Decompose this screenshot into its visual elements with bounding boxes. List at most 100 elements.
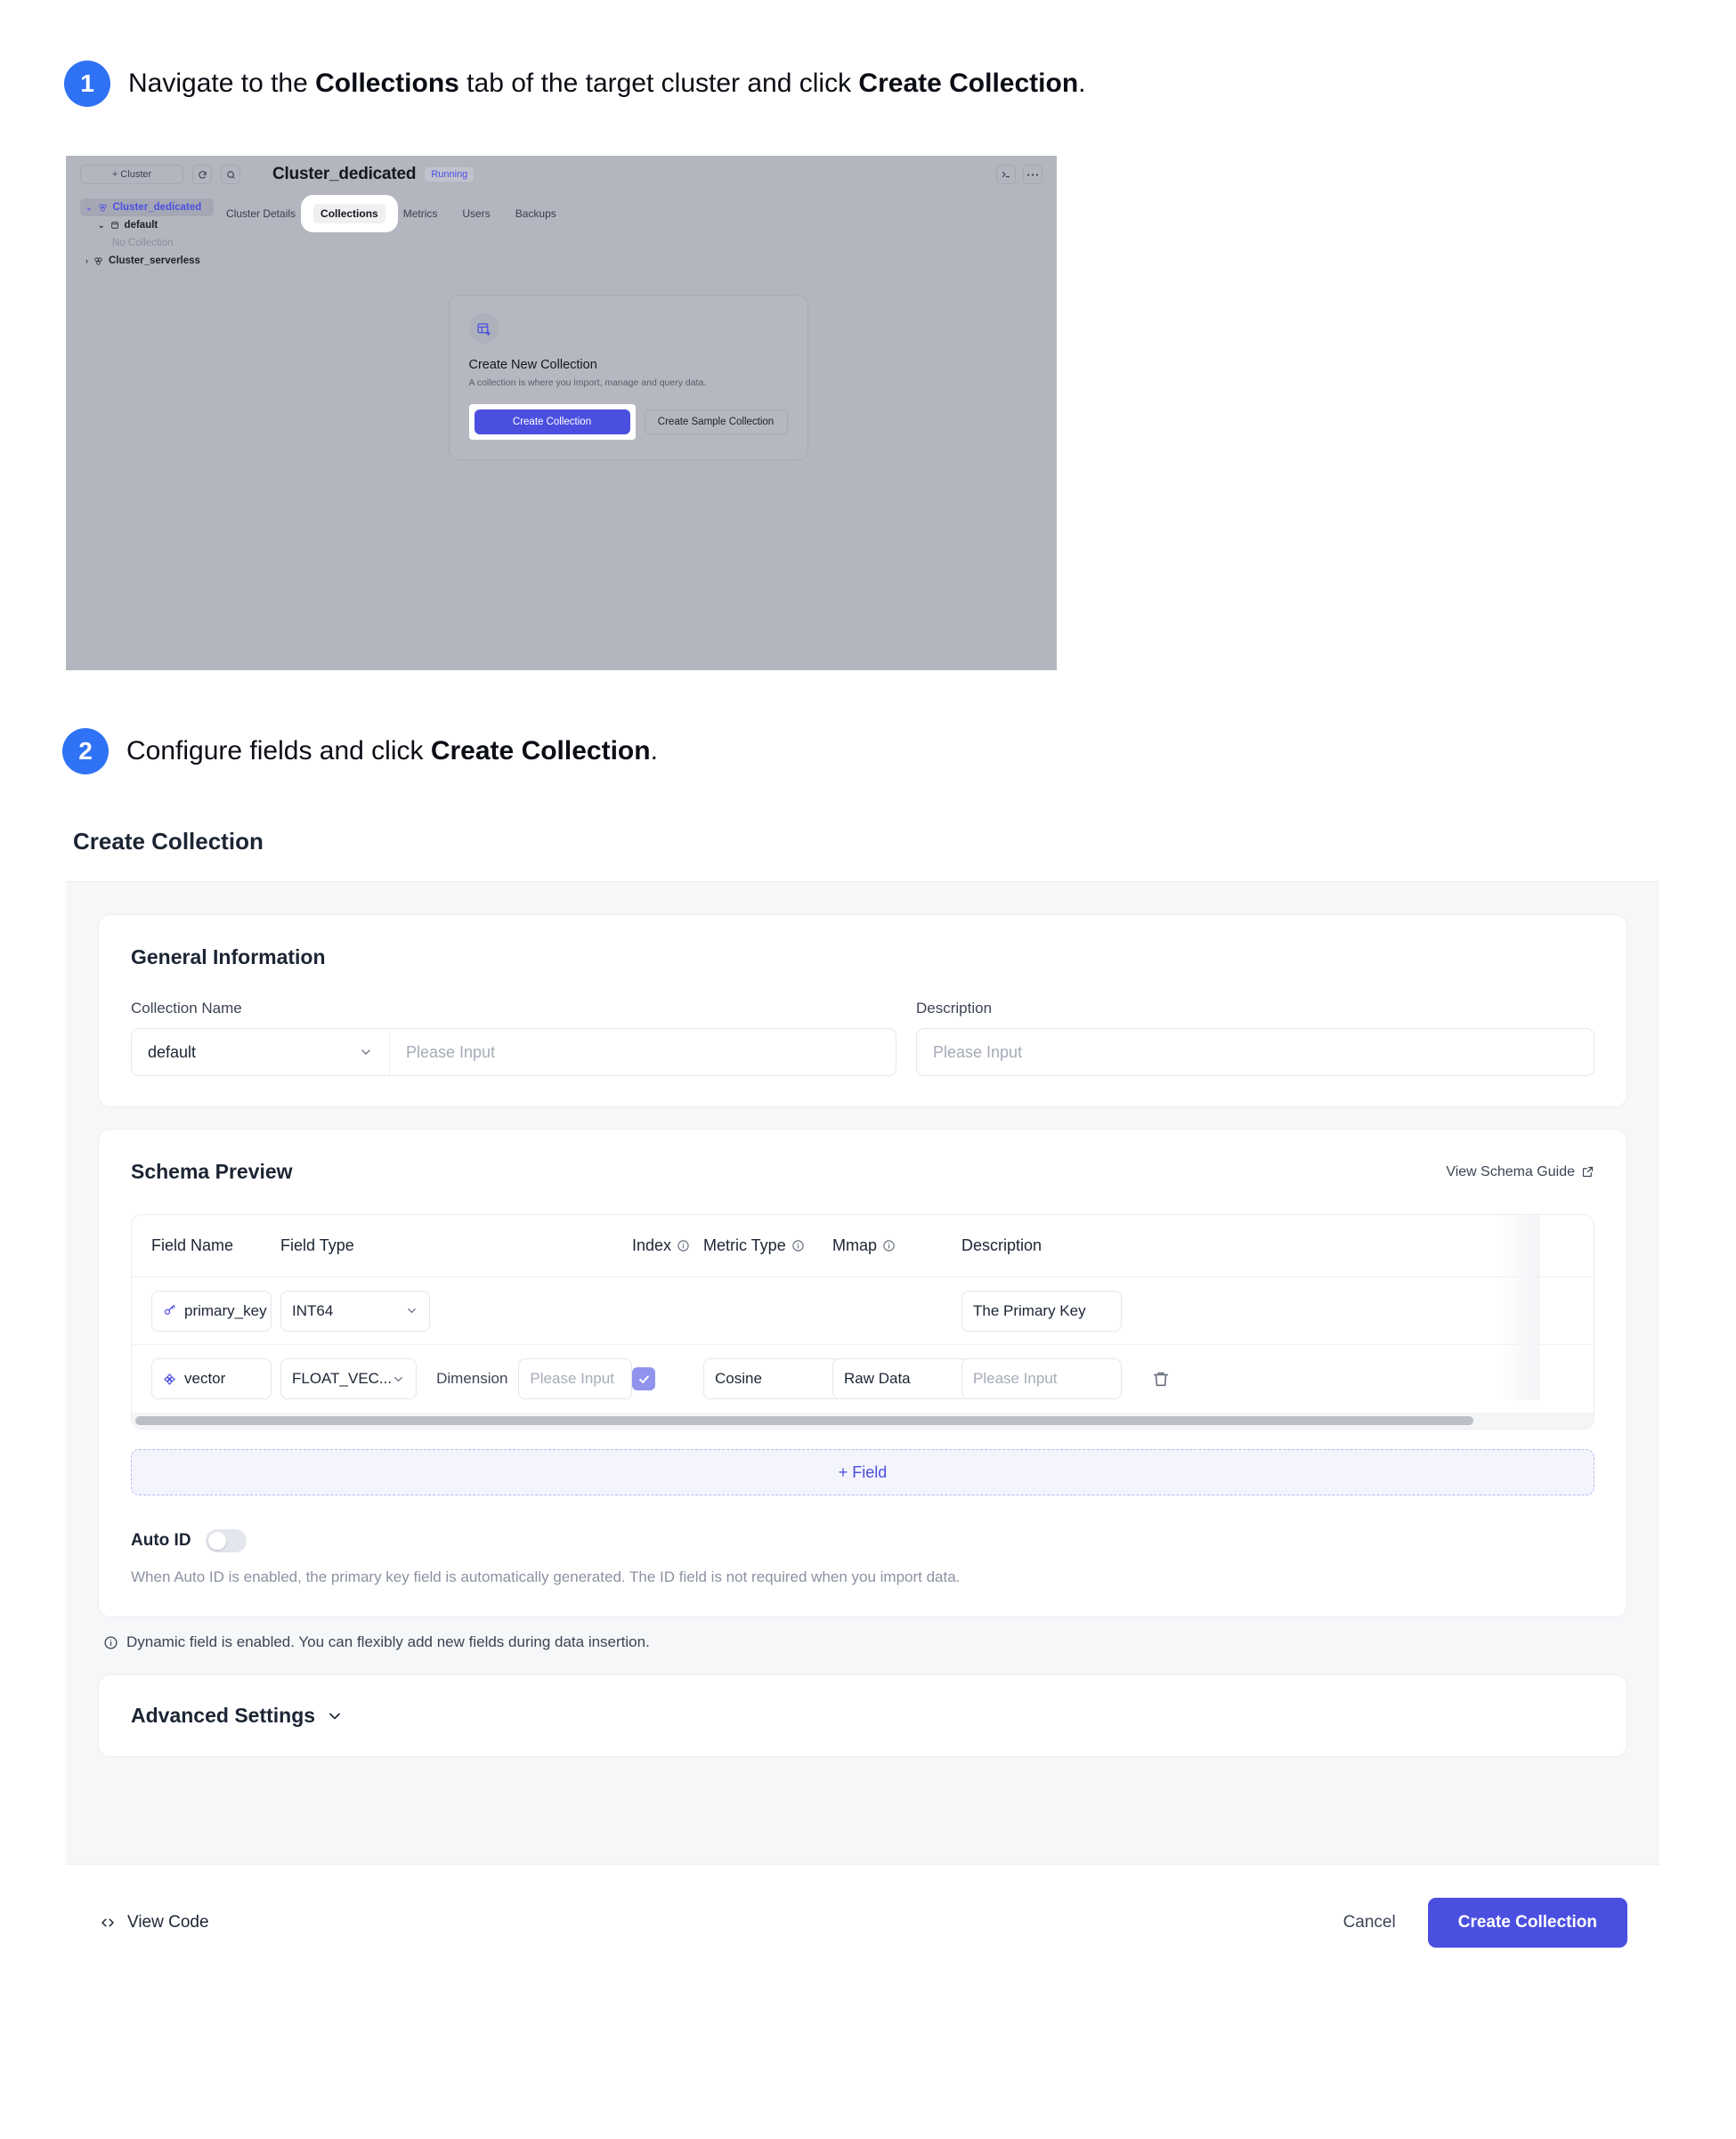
- cluster-header: Cluster_dedicated Running: [272, 165, 475, 184]
- row-field-type-cell: FLOAT_VEC... Dimension Please Input: [280, 1358, 632, 1399]
- trash-icon[interactable]: [1151, 1369, 1171, 1389]
- advanced-settings-section[interactable]: Advanced Settings: [98, 1674, 1627, 1757]
- column-header-mmap: Mmap: [832, 1236, 961, 1255]
- info-icon[interactable]: [882, 1239, 896, 1252]
- field-name-input[interactable]: vector: [151, 1358, 272, 1399]
- description-group: Description Please Input: [916, 1000, 1594, 1076]
- info-icon[interactable]: [677, 1239, 690, 1252]
- column-header-mmap-label: Mmap: [832, 1236, 878, 1254]
- tree-item-cluster-dedicated[interactable]: ⌄ Cluster_dedicated: [80, 199, 214, 216]
- tree-item-label: Cluster_dedicated: [112, 202, 202, 213]
- tab-metrics[interactable]: Metrics: [391, 202, 450, 225]
- column-header-description: Description: [961, 1236, 1042, 1254]
- field-type-select[interactable]: INT64: [280, 1290, 430, 1332]
- step-2-prefix: Configure fields and click: [126, 736, 431, 766]
- dynamic-field-note: Dynamic field is enabled. You can flexib…: [103, 1633, 1627, 1651]
- row-metric-cell: Cosine: [703, 1358, 855, 1399]
- description-input[interactable]: Please Input: [916, 1028, 1594, 1076]
- code-icon: [98, 1915, 118, 1931]
- field-description-input[interactable]: Please Input: [961, 1358, 1122, 1399]
- create-new-collection-actions: Create Collection Create Sample Collecti…: [468, 404, 788, 440]
- general-information-card: General Information Collection Name defa…: [98, 914, 1627, 1107]
- create-sample-collection-button[interactable]: Create Sample Collection: [644, 409, 788, 434]
- dialog-footer: View Code Cancel Create Collection: [66, 1864, 1659, 1980]
- terminal-icon[interactable]: [996, 165, 1016, 184]
- database-icon: [110, 221, 119, 230]
- auto-id-label: Auto ID: [131, 1531, 191, 1550]
- chevron-down-icon: ⌄: [98, 220, 105, 230]
- field-description-input[interactable]: The Primary Key: [961, 1290, 1122, 1332]
- column-header-metric-type-label: Metric Type: [703, 1236, 786, 1254]
- create-collection-highlight: Create Collection: [468, 404, 636, 440]
- tab-users[interactable]: Users: [450, 202, 502, 225]
- row-description-cell: The Primary Key: [961, 1290, 1122, 1332]
- step-2-bold-create-collection: Create Collection: [430, 736, 651, 766]
- view-schema-guide-label: View Schema Guide: [1446, 1163, 1575, 1179]
- chevron-down-icon: [326, 1707, 344, 1725]
- chevron-right-icon: ›: [85, 256, 88, 265]
- collection-name-input-group: default Please Input: [131, 1028, 896, 1076]
- field-name-input[interactable]: primary_key: [151, 1290, 272, 1332]
- step-2-text: Configure fields and click Create Collec…: [126, 734, 658, 768]
- row-field-name-cell: vector: [151, 1358, 280, 1399]
- more-icon[interactable]: [1023, 165, 1042, 184]
- tree-item-cluster-serverless[interactable]: › Cluster_serverless: [80, 252, 214, 270]
- key-icon: [163, 1304, 176, 1317]
- create-new-collection-title: Create New Collection: [468, 358, 597, 372]
- step-2-instruction: 2 Configure fields and click Create Coll…: [62, 728, 658, 774]
- refresh-icon[interactable]: [192, 165, 212, 184]
- create-collection-submit-button[interactable]: Create Collection: [1427, 1897, 1627, 1948]
- row-actions-cell: [1117, 1369, 1171, 1389]
- info-icon: [103, 1635, 118, 1650]
- cluster-glyph-icon: [98, 203, 108, 213]
- tab-collections[interactable]: Collections: [308, 202, 391, 225]
- dimension-input[interactable]: Please Input: [518, 1358, 632, 1399]
- step-2-badge: 2: [62, 728, 109, 774]
- info-icon[interactable]: [791, 1239, 805, 1252]
- add-cluster-button[interactable]: + Cluster: [80, 165, 183, 184]
- column-header-metric-type: Metric Type: [703, 1236, 832, 1255]
- description-label: Description: [916, 1000, 993, 1017]
- database-select[interactable]: default: [132, 1029, 390, 1075]
- column-header-index-label: Index: [632, 1236, 672, 1254]
- scrollbar-thumb[interactable]: [135, 1416, 1474, 1425]
- row-field-name-cell: primary_key: [151, 1290, 280, 1332]
- chevron-down-icon: [392, 1373, 405, 1386]
- mmap-value: Raw Data: [844, 1370, 911, 1387]
- schema-table-header: Field Name Field Type Index Metric Type: [132, 1215, 1594, 1277]
- console-topbar: + Cluster Cluster_dedicated Running: [66, 156, 1057, 193]
- view-code-label: View Code: [127, 1912, 209, 1932]
- step-1-prefix: Navigate to the: [128, 69, 316, 99]
- dialog-spacer: [98, 1757, 1627, 1864]
- tab-collections-label: Collections: [313, 204, 385, 223]
- row-field-type-cell: INT64: [280, 1290, 632, 1332]
- search-icon[interactable]: [221, 165, 240, 184]
- view-code-button[interactable]: View Code: [98, 1913, 209, 1932]
- view-schema-guide-link[interactable]: View Schema Guide: [1446, 1164, 1594, 1180]
- tree-item-no-collection: No Collection: [107, 234, 214, 252]
- index-checkbox[interactable]: [632, 1367, 655, 1390]
- auto-id-toggle[interactable]: [205, 1529, 247, 1552]
- cluster-status-badge: Running: [425, 167, 475, 182]
- create-collection-button[interactable]: Create Collection: [474, 409, 630, 434]
- collection-name-input[interactable]: Please Input: [390, 1029, 896, 1075]
- field-type-select[interactable]: FLOAT_VEC...: [280, 1358, 418, 1399]
- step-1-bold-collections: Collections: [315, 69, 459, 99]
- table-horizontal-scrollbar[interactable]: [132, 1413, 1594, 1429]
- step-1-badge: 1: [64, 61, 110, 107]
- add-field-button[interactable]: + Field: [131, 1449, 1594, 1495]
- chevron-down-icon: [359, 1045, 373, 1059]
- tab-backups[interactable]: Backups: [503, 202, 569, 225]
- schema-preview-header: Schema Preview View Schema Guide: [131, 1160, 1594, 1184]
- console-topbar-actions: [996, 165, 1042, 184]
- schema-preview-title: Schema Preview: [131, 1160, 293, 1183]
- general-information-form: Collection Name default Please Input Des…: [131, 1000, 1594, 1076]
- step-1-bold-create-collection: Create Collection: [858, 69, 1079, 99]
- field-type-value: FLOAT_VEC...: [292, 1370, 393, 1387]
- dialog-title: Create Collection: [73, 828, 264, 855]
- tree-item-default-db[interactable]: ⌄ default: [93, 216, 214, 234]
- cancel-button[interactable]: Cancel: [1343, 1913, 1396, 1932]
- database-select-value: default: [148, 1042, 197, 1061]
- step-1-instruction: 1 Navigate to the Collections tab of the…: [64, 61, 1086, 107]
- tab-cluster-details[interactable]: Cluster Details: [214, 202, 308, 225]
